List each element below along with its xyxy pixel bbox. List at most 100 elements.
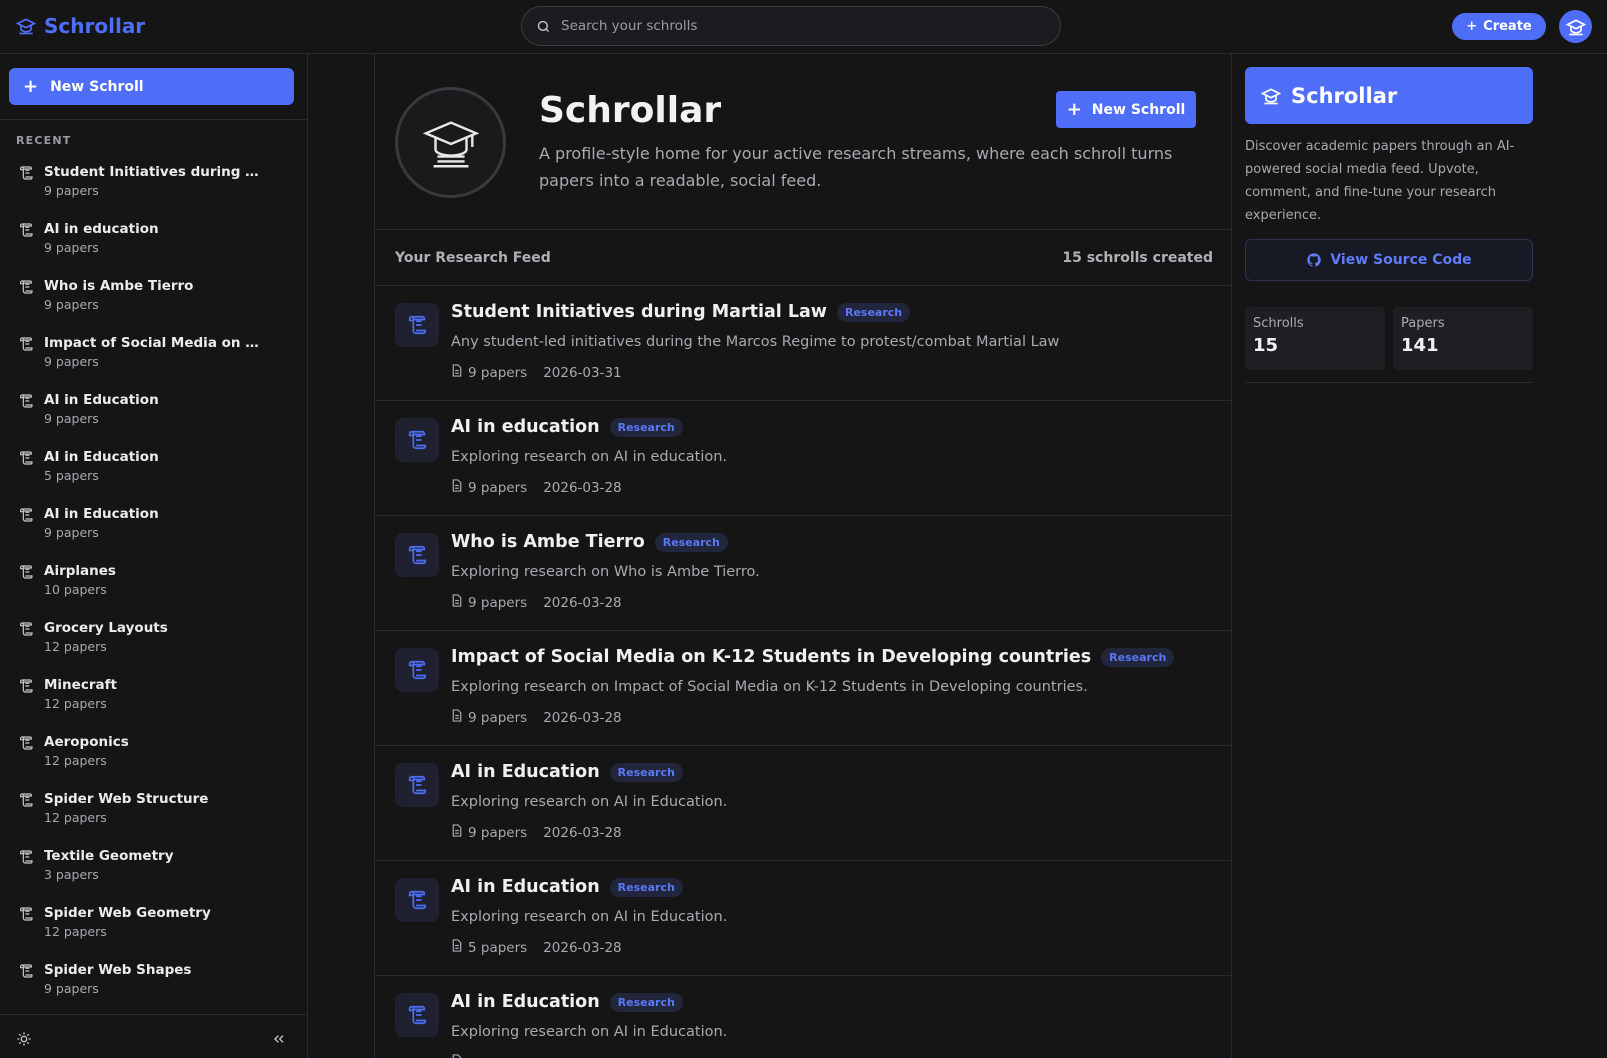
- chevrons-left-icon[interactable]: [271, 1031, 287, 1047]
- feed-item[interactable]: AI in Education Research Exploring resea…: [375, 746, 1231, 861]
- feed-title-row: Student Initiatives during Martial Law R…: [451, 302, 911, 322]
- feed-title[interactable]: AI in Education: [451, 992, 600, 1012]
- scroll-icon: [18, 278, 34, 299]
- sidebar-item[interactable]: AI in Education 5 papers: [0, 446, 307, 503]
- brand-logo[interactable]: Schrollar: [16, 14, 145, 38]
- main-content: Schrollar A profile-style home for your …: [374, 54, 1232, 1058]
- sidebar-item-text: Aeroponics 12 papers: [44, 734, 129, 768]
- sidebar-item[interactable]: AI in Education 9 papers: [0, 389, 307, 446]
- sidebar-item[interactable]: Spider Web Shapes 9 papers: [0, 959, 307, 1016]
- sidebar-item[interactable]: AI in education 9 papers: [0, 218, 307, 275]
- sidebar-item[interactable]: Textile Geometry 3 papers: [0, 845, 307, 902]
- feed-title-row: Who is Ambe Tierro Research: [451, 532, 728, 552]
- feed-title[interactable]: AI in Education: [451, 762, 600, 782]
- sidebar-item[interactable]: Minecraft 12 papers: [0, 674, 307, 731]
- search-box[interactable]: [521, 6, 1061, 46]
- stat-label: Schrolls: [1253, 316, 1304, 331]
- scroll-icon: [18, 848, 34, 869]
- scroll-icon: [18, 449, 34, 470]
- sidebar-item[interactable]: Aeroponics 12 papers: [0, 731, 307, 788]
- sidebar-item-title: Textile Geometry: [44, 848, 174, 864]
- feed-item[interactable]: AI in education Research Exploring resea…: [375, 401, 1231, 516]
- feed-description: Exploring research on AI in Education.: [451, 1024, 728, 1040]
- feed-item[interactable]: Student Initiatives during Martial Law R…: [375, 286, 1231, 401]
- search-icon: [537, 20, 549, 32]
- plus-icon: +: [1466, 19, 1478, 34]
- avatar[interactable]: [1559, 10, 1592, 43]
- sidebar-item[interactable]: Who is Ambe Tierro 9 papers: [0, 275, 307, 332]
- sidebar-item-title: AI in Education: [44, 506, 159, 522]
- paper-count: 5 papers: [451, 939, 527, 956]
- feed-item[interactable]: Who is Ambe Tierro Research Exploring re…: [375, 516, 1231, 631]
- scroll-icon: [18, 506, 34, 527]
- category-badge: Research: [1101, 647, 1175, 667]
- sidebar-item[interactable]: AI in Education 9 papers: [0, 503, 307, 560]
- paper-count: 9 papers: [451, 364, 527, 381]
- sidebar-item-title: Impact of Social Media on K-12 ...: [44, 335, 264, 351]
- brand-name: Schrollar: [44, 14, 146, 38]
- category-badge: Research: [609, 762, 683, 782]
- feed-description: Exploring research on Impact of Social M…: [451, 679, 1088, 695]
- feed-title[interactable]: Student Initiatives during Martial Law: [451, 302, 827, 322]
- stat-value: 141: [1401, 335, 1439, 356]
- sidebar-item-text: Spider Web Shapes 9 papers: [44, 962, 191, 996]
- sidebar-item-count: 5 papers: [44, 468, 99, 483]
- scroll-icon: [395, 303, 439, 347]
- sun-icon[interactable]: [16, 1031, 32, 1047]
- category-badge: Research: [836, 302, 911, 322]
- top-bar: Schrollar + Create: [0, 0, 1607, 54]
- sidebar-item[interactable]: Spider Web Geometry 12 papers: [0, 902, 307, 959]
- sidebar-item[interactable]: Grocery Layouts 12 papers: [0, 617, 307, 674]
- new-schroll-label: New Schroll: [1091, 101, 1186, 118]
- sidebar-item-title: Airplanes: [44, 563, 116, 579]
- stat-papers: Papers 141: [1393, 307, 1533, 370]
- sidebar-item[interactable]: Impact of Social Media on K-12 ... 9 pap…: [0, 332, 307, 389]
- document-icon: [451, 709, 463, 726]
- sidebar-item[interactable]: Student Initiatives during Marti... 9 pa…: [0, 161, 307, 218]
- sidebar-item[interactable]: Spider Web Structure 12 papers: [0, 788, 307, 845]
- sidebar-item-text: Minecraft 12 papers: [44, 677, 117, 711]
- new-schroll-button[interactable]: + New Schroll: [1056, 91, 1196, 128]
- sidebar-item-title: Spider Web Geometry: [44, 905, 211, 921]
- feed-meta: 9 papers 2026-03-31: [451, 364, 622, 381]
- profile-header: Schrollar A profile-style home for your …: [375, 54, 1231, 230]
- feed-title[interactable]: AI in education: [451, 417, 600, 437]
- search-input[interactable]: [561, 18, 1041, 34]
- profile-description: A profile-style home for your active res…: [539, 144, 1173, 190]
- new-schroll-button[interactable]: + New Schroll: [9, 68, 294, 105]
- feed-title-row: Impact of Social Media on K-12 Students …: [451, 647, 1175, 667]
- category-badge: Research: [609, 992, 683, 1012]
- scroll-icon: [395, 648, 439, 692]
- feed-title[interactable]: Impact of Social Media on K-12 Students …: [451, 647, 1091, 667]
- view-source-button[interactable]: View Source Code: [1245, 239, 1533, 281]
- scroll-icon: [18, 221, 34, 242]
- new-schroll-label: New Schroll: [50, 78, 144, 95]
- feed-date: 2026-03-28: [543, 824, 622, 841]
- sidebar-item-text: AI in Education 9 papers: [44, 506, 159, 540]
- graduation-cap-icon: [1565, 18, 1586, 35]
- feed-description: Exploring research on AI in Education.: [451, 909, 728, 925]
- sidebar-item-count: 9 papers: [44, 354, 99, 369]
- sidebar-footer: [0, 1014, 307, 1058]
- scroll-icon: [395, 418, 439, 462]
- graduation-cap-icon: [1261, 87, 1281, 104]
- sidebar-item-title: Who is Ambe Tierro: [44, 278, 194, 294]
- document-icon: [451, 1054, 463, 1058]
- feed-item[interactable]: Impact of Social Media on K-12 Students …: [375, 631, 1231, 746]
- feed-title[interactable]: Who is Ambe Tierro: [451, 532, 645, 552]
- recent-list: Student Initiatives during Marti... 9 pa…: [0, 161, 307, 1016]
- feed-item[interactable]: AI in Education Research Exploring resea…: [375, 861, 1231, 976]
- feed-title[interactable]: AI in Education: [451, 877, 600, 897]
- feed-title-row: AI in Education Research: [451, 877, 683, 897]
- sidebar-item-text: Who is Ambe Tierro 9 papers: [44, 278, 193, 312]
- sidebar-item-title: Grocery Layouts: [44, 620, 168, 636]
- scroll-icon: [18, 734, 34, 755]
- create-label: Create: [1483, 19, 1532, 34]
- feed-item[interactable]: AI in Education Research Exploring resea…: [375, 976, 1231, 1058]
- sidebar-item-count: 12 papers: [44, 810, 107, 825]
- sidebar-item[interactable]: Airplanes 10 papers: [0, 560, 307, 617]
- document-icon: [451, 824, 463, 841]
- scroll-icon: [395, 878, 439, 922]
- sidebar-item-count: 12 papers: [44, 639, 107, 654]
- create-button[interactable]: + Create: [1452, 13, 1546, 40]
